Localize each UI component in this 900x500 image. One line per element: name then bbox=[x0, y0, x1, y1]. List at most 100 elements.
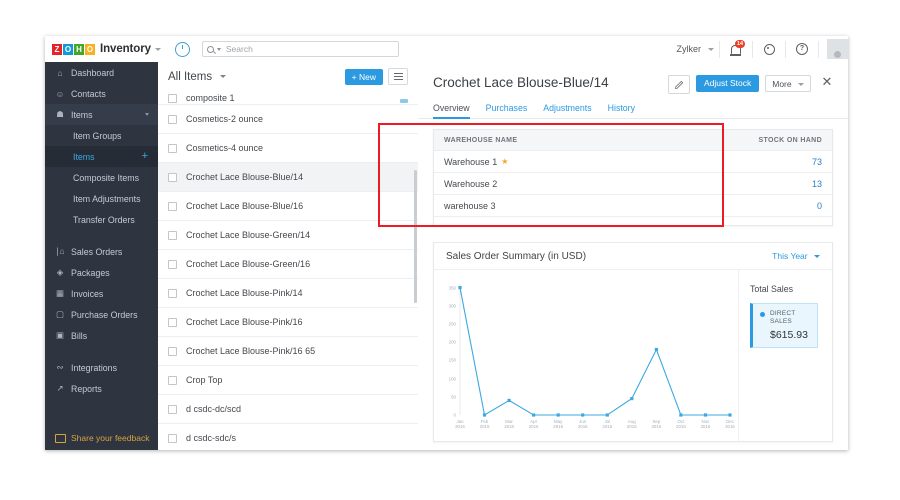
search-input[interactable]: Search bbox=[201, 41, 399, 57]
sidebar-item-transfer-orders[interactable]: Transfer Orders bbox=[45, 209, 158, 230]
notification-badge: 14 bbox=[735, 40, 745, 48]
help-button[interactable]: ? bbox=[791, 36, 813, 62]
warehouse-rows: Warehouse 1 ★ 73 Warehouse 2 13 warehouse 30 bbox=[434, 150, 832, 216]
tab-purchases[interactable]: Purchases bbox=[486, 103, 528, 118]
table-row[interactable]: Crochet Lace Blouse-Green/14 bbox=[158, 221, 418, 250]
y-axis-tick-label: 0 bbox=[453, 412, 456, 418]
y-axis-tick-label: 50 bbox=[451, 394, 456, 400]
row-checkbox[interactable] bbox=[168, 433, 177, 443]
table-row[interactable]: Cosmetics-2 ounce bbox=[158, 105, 418, 134]
sidebar-subitem-label: Items bbox=[73, 151, 95, 162]
series-line-direct-sales bbox=[459, 287, 730, 416]
row-checkbox[interactable] bbox=[168, 94, 177, 103]
table-row[interactable]: Crochet Lace Blouse-Green/16 bbox=[158, 250, 418, 279]
data-point-mar[interactable] bbox=[507, 398, 511, 402]
row-checkbox[interactable] bbox=[168, 114, 177, 124]
notifications-button[interactable]: 14 bbox=[725, 36, 747, 62]
row-checkbox[interactable] bbox=[168, 172, 177, 182]
search-filter-chevron-icon[interactable] bbox=[216, 47, 221, 51]
sidebar-item-purchase-orders[interactable]: ▢ Purchase Orders bbox=[45, 304, 158, 325]
row-checkbox[interactable] bbox=[168, 375, 177, 385]
table-row[interactable]: Crochet Lace Blouse-Pink/16 bbox=[158, 308, 418, 337]
row-checkbox[interactable] bbox=[168, 201, 177, 211]
row-checkbox[interactable] bbox=[168, 404, 177, 414]
avatar-head-icon bbox=[834, 51, 841, 58]
adjust-stock-button[interactable]: Adjust Stock bbox=[696, 75, 760, 92]
data-point-oct[interactable] bbox=[679, 413, 683, 417]
tab-adjustments[interactable]: Adjustments bbox=[543, 103, 591, 118]
org-chevron-down-icon[interactable] bbox=[708, 47, 714, 51]
sidebar-item-items[interactable]: ☗ Items bbox=[45, 104, 158, 125]
sidebar-item-sales-orders[interactable]: ∣⌂ Sales Orders bbox=[45, 241, 158, 262]
sidebar-item-item-groups[interactable]: Item Groups bbox=[45, 125, 158, 146]
data-point-dec[interactable] bbox=[728, 413, 732, 417]
stock-on-hand-value[interactable]: 0 bbox=[817, 201, 822, 211]
row-checkbox[interactable] bbox=[168, 288, 177, 298]
sidebar-item-items-active[interactable]: Items + bbox=[45, 146, 158, 167]
legend-direct-sales[interactable]: DIRECT SALES $615.93 bbox=[750, 303, 818, 348]
sidebar-item-invoices[interactable]: ▦ Invoices bbox=[45, 283, 158, 304]
sidebar-item-contacts[interactable]: ☺ Contacts bbox=[45, 83, 158, 104]
data-point-jun[interactable] bbox=[581, 413, 585, 417]
edit-button[interactable] bbox=[668, 75, 690, 94]
application-window: Z O H O Inventory Search Zylker 14 ? ⌂ D… bbox=[45, 36, 848, 450]
table-row[interactable]: Crochet Lace Blouse-Blue/14 bbox=[158, 163, 418, 192]
list-menu-button[interactable] bbox=[388, 68, 408, 85]
sidebar-item-packages[interactable]: ◈ Packages bbox=[45, 262, 158, 283]
chevron-down-icon[interactable] bbox=[154, 47, 161, 51]
list-filter-dropdown[interactable]: All Items bbox=[168, 71, 227, 83]
hamburger-line bbox=[393, 79, 403, 80]
x-axis-tick-label: Feb 2016 bbox=[479, 419, 490, 429]
x-axis-tick-label: Jan 2016 bbox=[455, 419, 465, 429]
sidebar-item-reports[interactable]: ↗ Reports bbox=[45, 378, 158, 399]
sidebar-item-composite-items[interactable]: Composite Items bbox=[45, 167, 158, 188]
data-point-sep[interactable] bbox=[654, 347, 658, 352]
warehouse-row: Warehouse 2 13 bbox=[434, 172, 832, 194]
table-row[interactable]: Crop Top bbox=[158, 366, 418, 395]
data-point-apr[interactable] bbox=[532, 413, 536, 417]
tab-overview[interactable]: Overview bbox=[433, 103, 470, 119]
tab-history[interactable]: History bbox=[608, 103, 635, 118]
sidebar-item-integrations[interactable]: ∾ Integrations bbox=[45, 357, 158, 378]
package-icon: ◈ bbox=[56, 267, 64, 277]
stock-on-hand-value[interactable]: 73 bbox=[812, 157, 822, 167]
warehouse-name-text: Warehouse 2 bbox=[444, 178, 498, 189]
row-checkbox[interactable] bbox=[168, 143, 177, 153]
table-row[interactable]: Crochet Lace Blouse-Pink/14 bbox=[158, 279, 418, 308]
row-checkbox[interactable] bbox=[168, 346, 177, 356]
table-row[interactable]: d csdc-dc/scd bbox=[158, 395, 418, 424]
sidebar-item-item-adjustments[interactable]: Item Adjustments bbox=[45, 188, 158, 209]
new-item-button[interactable]: + New bbox=[344, 68, 383, 85]
add-item-plus-icon[interactable]: + bbox=[142, 151, 148, 162]
settings-button[interactable] bbox=[758, 36, 780, 62]
sidebar-item-dashboard[interactable]: ⌂ Dashboard bbox=[45, 62, 158, 83]
share-feedback-button[interactable]: Share your feedback bbox=[45, 426, 168, 450]
row-checkbox[interactable] bbox=[168, 230, 177, 240]
stock-on-hand-value[interactable]: 13 bbox=[812, 179, 822, 189]
table-row[interactable]: Crochet Lace Blouse-Blue/16 bbox=[158, 192, 418, 221]
zoho-logo[interactable]: Z O H O Inventory bbox=[52, 43, 161, 55]
item-rows: composite 1 Cosmetics-2 ounce Cosmetics-4 … bbox=[158, 91, 418, 450]
data-point-jan[interactable] bbox=[458, 286, 462, 290]
chart-range-selector[interactable]: This Year bbox=[772, 251, 820, 261]
close-icon[interactable]: ✕ bbox=[821, 75, 833, 89]
table-row[interactable]: Crochet Lace Blouse-Pink/16 65 bbox=[158, 337, 418, 366]
data-point-nov[interactable] bbox=[703, 413, 708, 417]
warehouse-name-text: Warehouse 1 bbox=[444, 156, 498, 167]
composite-tag-icon bbox=[400, 99, 408, 103]
sidebar-item-bills[interactable]: ▣ Bills bbox=[45, 325, 158, 346]
recent-activity-icon[interactable] bbox=[174, 41, 190, 57]
row-checkbox[interactable] bbox=[168, 317, 177, 327]
data-point-jul[interactable] bbox=[605, 413, 609, 417]
avatar[interactable] bbox=[827, 39, 848, 59]
row-checkbox[interactable] bbox=[168, 259, 177, 269]
list-scrollbar[interactable] bbox=[414, 170, 417, 303]
table-row[interactable]: d csdc-sdc/s bbox=[158, 424, 418, 450]
table-row[interactable]: Cosmetics-4 ounce bbox=[158, 134, 418, 163]
data-point-may[interactable] bbox=[556, 413, 560, 417]
data-point-aug[interactable] bbox=[630, 397, 634, 401]
more-button[interactable]: More bbox=[765, 75, 811, 92]
table-row[interactable]: composite 1 bbox=[158, 91, 418, 105]
data-point-feb[interactable] bbox=[482, 413, 487, 417]
